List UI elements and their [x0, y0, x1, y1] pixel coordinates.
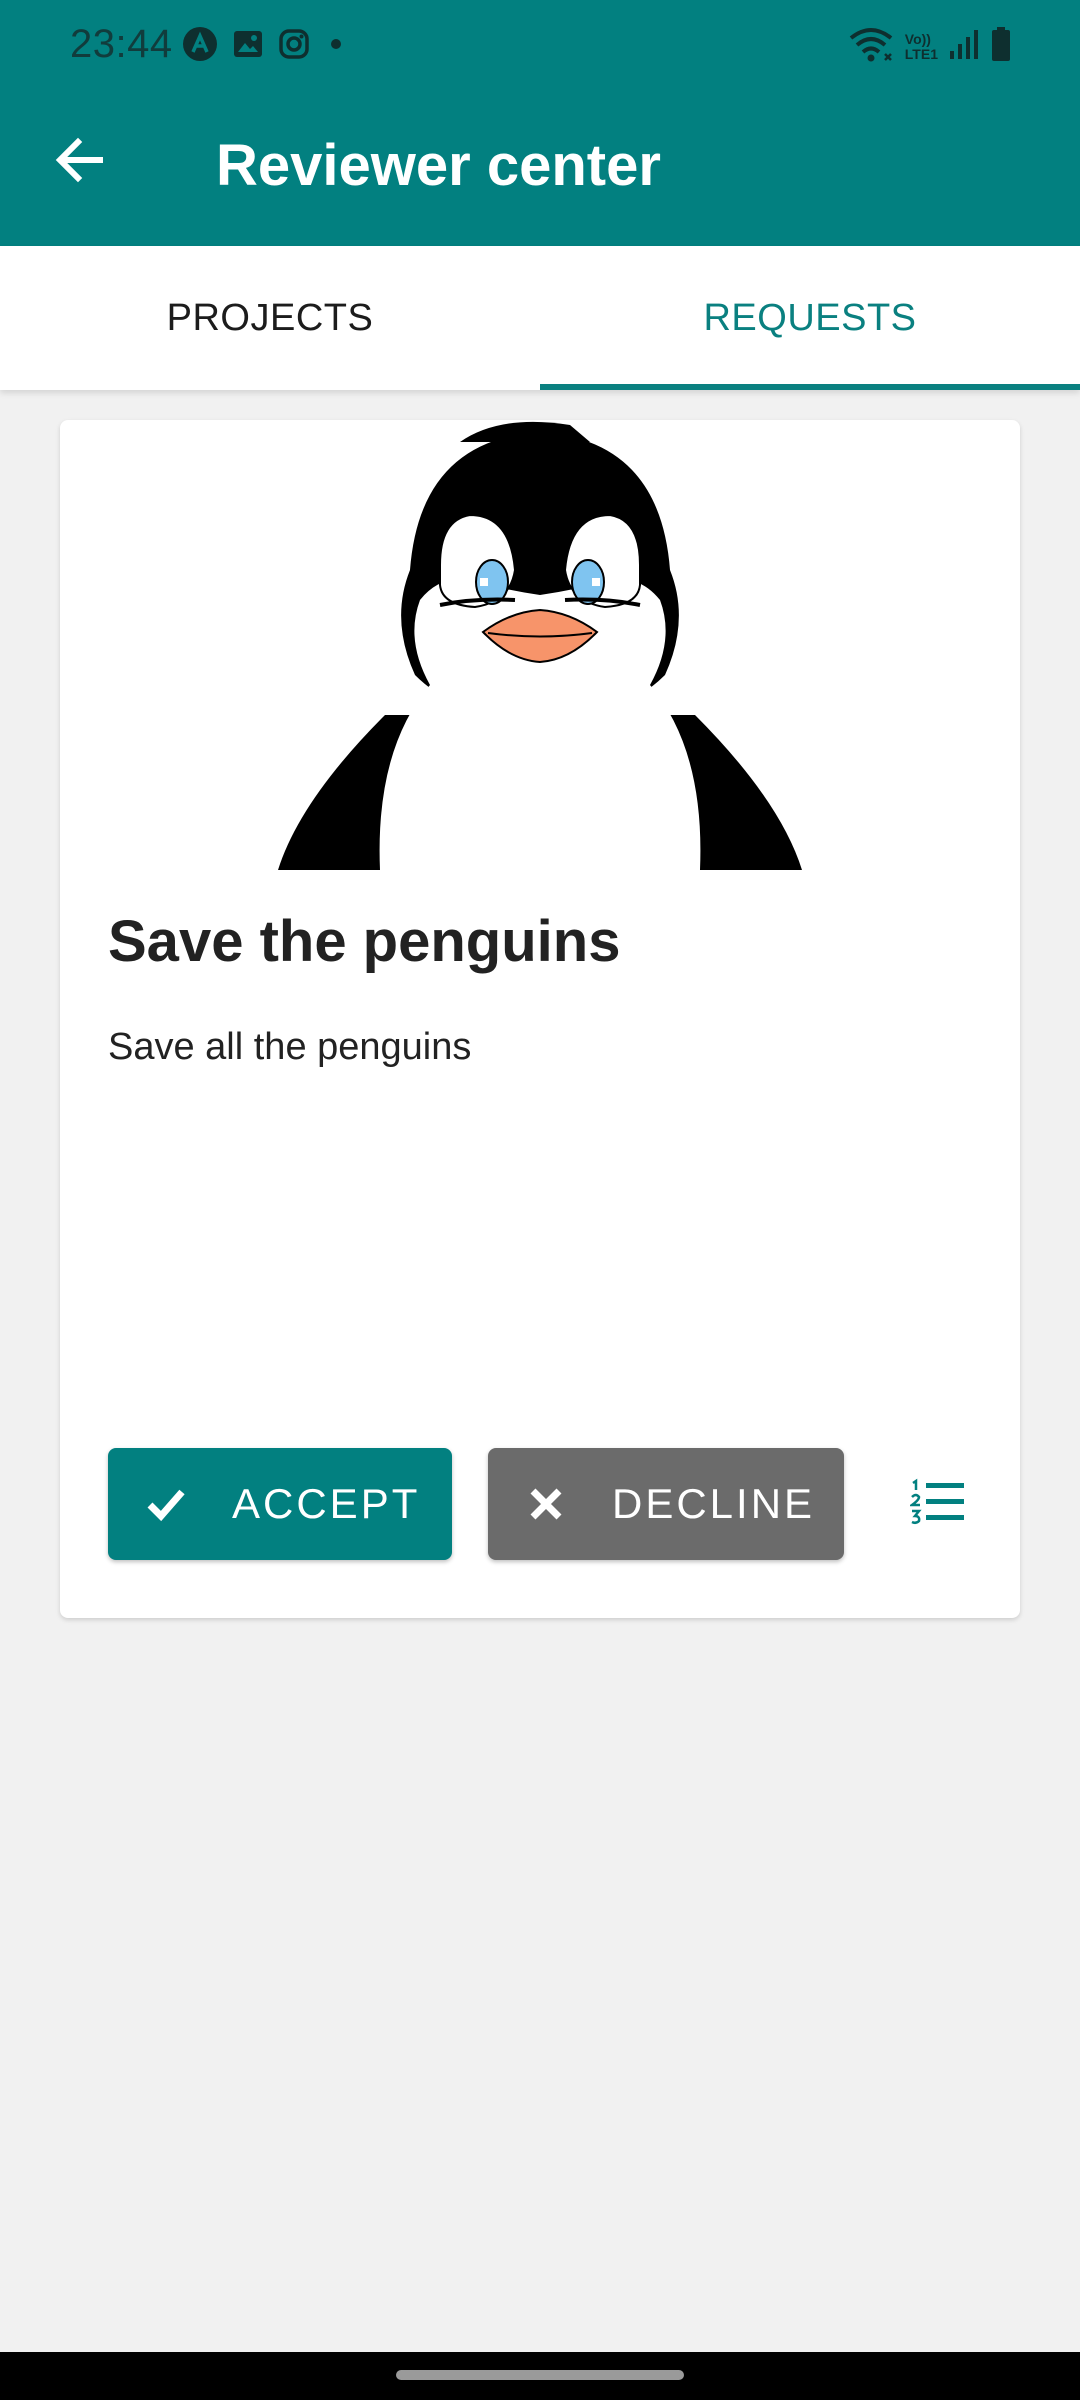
request-card: Save the penguins Save all the penguins …	[60, 420, 1020, 1618]
status-time: 23:44	[70, 22, 173, 66]
accept-button[interactable]: ACCEPT	[108, 1448, 452, 1560]
penguin-illustration	[270, 420, 810, 870]
page-title: Reviewer center	[216, 133, 661, 198]
system-nav-bar	[0, 2352, 1080, 2400]
battery-icon	[990, 26, 1012, 67]
arrow-back-icon	[52, 132, 108, 193]
status-left-icons	[182, 26, 348, 67]
gallery-icon	[232, 28, 264, 65]
numbered-list-icon	[908, 1478, 966, 1531]
signal-icon	[948, 27, 980, 66]
volte-icon: Vo)) LTE1	[904, 30, 938, 62]
tab-requests[interactable]: REQUESTS	[540, 246, 1080, 390]
tab-bar: PROJECTS REQUESTS	[0, 246, 1080, 390]
home-gesture-handle[interactable]	[396, 2370, 684, 2380]
check-icon	[146, 1484, 186, 1524]
decline-button[interactable]: DECLINE	[488, 1448, 844, 1560]
accept-label: ACCEPT	[232, 1480, 421, 1527]
decline-label: DECLINE	[612, 1480, 816, 1527]
instagram-icon	[278, 28, 310, 65]
details-list-button[interactable]	[894, 1460, 982, 1548]
back-button[interactable]	[44, 126, 116, 198]
status-bar: 23:44 Vo)) LTE1	[0, 0, 1080, 96]
request-description: Save all the penguins	[108, 1026, 472, 1068]
wifi-icon	[847, 24, 895, 69]
status-right-icons: Vo)) LTE1	[847, 24, 1012, 69]
tab-projects[interactable]: PROJECTS	[0, 246, 540, 390]
volte-label-bottom: LTE1	[904, 45, 938, 62]
volte-label-top: Vo))	[904, 30, 931, 47]
app-a-icon	[182, 26, 218, 67]
close-icon	[526, 1484, 566, 1524]
app-bar: Reviewer center	[0, 96, 1080, 246]
dot-icon	[324, 32, 348, 61]
request-title: Save the penguins	[108, 909, 621, 974]
